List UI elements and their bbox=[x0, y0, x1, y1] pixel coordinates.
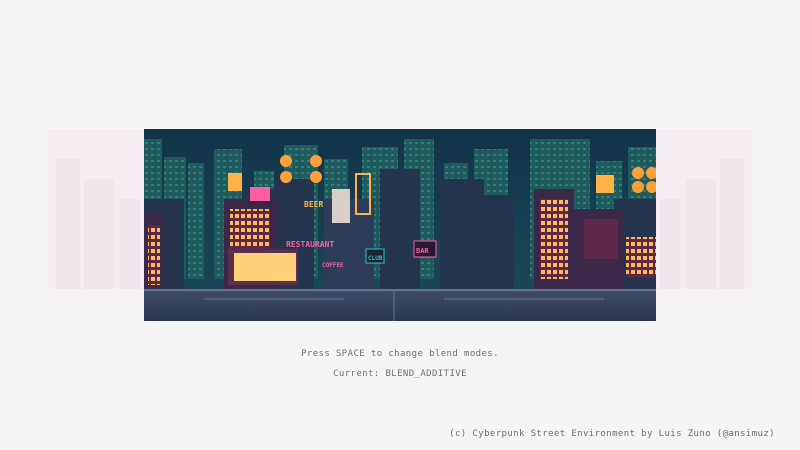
club-sign: CLUB bbox=[368, 255, 383, 262]
beer-sign: BEER bbox=[304, 200, 323, 209]
coffee-sign: COFFEE bbox=[322, 262, 344, 269]
credits-text: (c) Cyberpunk Street Environment by Luis… bbox=[449, 429, 775, 439]
road bbox=[144, 289, 656, 321]
game-stage: BEER RESTAURANT COFFEE CLUB BAR Press SP… bbox=[0, 0, 800, 450]
current-blend-mode-text: Current: BLEND_ADDITIVE bbox=[333, 369, 467, 379]
restaurant-sign: RESTAURANT bbox=[286, 240, 334, 249]
bar-sign: BAR bbox=[416, 247, 429, 255]
instructions-text: Press SPACE to change blend modes. bbox=[301, 349, 499, 359]
cyberpunk-street-scene: BEER RESTAURANT COFFEE CLUB BAR bbox=[144, 129, 656, 321]
